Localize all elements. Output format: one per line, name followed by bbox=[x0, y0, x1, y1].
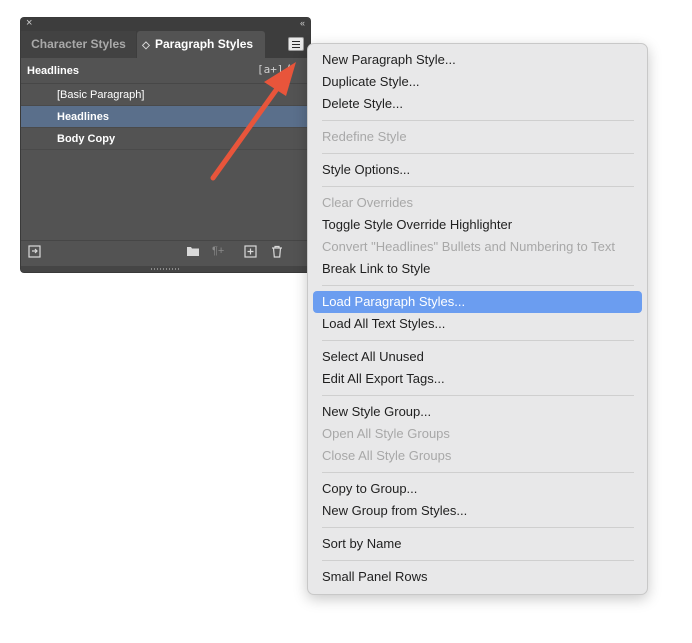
menu-item-toggle-style-override-highlighter[interactable]: Toggle Style Override Highlighter bbox=[313, 214, 642, 236]
menu-separator bbox=[322, 340, 634, 341]
folder-icon[interactable] bbox=[186, 245, 200, 260]
menu-item-new-paragraph-style[interactable]: New Paragraph Style... bbox=[313, 49, 642, 71]
style-list-item-label: Headlines bbox=[57, 111, 109, 123]
menu-item-style-options[interactable]: Style Options... bbox=[313, 159, 642, 181]
style-list-item-label: Body Copy bbox=[57, 133, 116, 145]
menu-separator bbox=[322, 120, 634, 121]
menu-separator bbox=[322, 285, 634, 286]
current-style-header: Headlines [a+] ϟ bbox=[21, 58, 310, 84]
menu-item-convert-headlines-bullets-and-numbering-to-text: Convert "Headlines" Bullets and Numberin… bbox=[322, 239, 615, 254]
menu-item-copy-to-group[interactable]: Copy to Group... bbox=[313, 478, 642, 500]
menu-separator bbox=[322, 186, 634, 187]
menu-item-small-panel-rows[interactable]: Small Panel Rows bbox=[313, 566, 642, 588]
load-styles-icon[interactable] bbox=[28, 245, 42, 262]
new-style-icon[interactable] bbox=[244, 245, 257, 261]
menu-item-delete-style[interactable]: Delete Style... bbox=[313, 93, 642, 115]
tab-sort-icon: ◇ bbox=[142, 40, 150, 51]
menu-item-new-group-from-styles[interactable]: New Group from Styles... bbox=[313, 500, 642, 522]
panel-footer: ¶+ bbox=[21, 240, 310, 267]
panel-context-menu: New Paragraph Style... Duplicate Style...… bbox=[307, 43, 648, 595]
style-list-item[interactable]: [Basic Paragraph] bbox=[21, 84, 310, 106]
clear-overrides-icon[interactable]: ¶+ bbox=[212, 245, 224, 257]
menu-item-edit-all-export-tags[interactable]: Edit All Export Tags... bbox=[313, 368, 642, 390]
close-icon[interactable]: × bbox=[26, 18, 32, 30]
tab-character-styles[interactable]: Character Styles bbox=[21, 31, 136, 58]
menu-item-sort-by-name[interactable]: Sort by Name bbox=[313, 533, 642, 555]
menu-line-icon bbox=[292, 44, 300, 45]
collapse-panel-icon[interactable]: ‹‹ bbox=[300, 18, 305, 30]
menu-separator bbox=[322, 560, 634, 561]
menu-item-new-style-group[interactable]: New Style Group... bbox=[313, 401, 642, 423]
menu-item-break-link-to-style[interactable]: Break Link to Style bbox=[313, 258, 642, 280]
menu-item-open-all-style-groups: Open All Style Groups bbox=[322, 426, 450, 441]
panel-tab-bar: Character Styles ◇ Paragraph Styles bbox=[21, 31, 310, 58]
menu-item-load-paragraph-styles[interactable]: Load Paragraph Styles... bbox=[313, 291, 642, 313]
menu-item-redefine-style: Redefine Style bbox=[322, 129, 407, 144]
create-style-icon[interactable]: [a+] bbox=[257, 63, 284, 76]
trash-icon[interactable] bbox=[271, 245, 283, 261]
tab-paragraph-styles-label: Paragraph Styles bbox=[155, 37, 254, 51]
current-style-name: Headlines bbox=[27, 65, 79, 77]
grip-dots bbox=[151, 268, 179, 270]
menu-item-select-all-unused[interactable]: Select All Unused bbox=[313, 346, 642, 368]
panel-title-bar: × ‹‹ bbox=[21, 18, 310, 31]
resize-grip[interactable] bbox=[21, 266, 310, 272]
menu-line-icon bbox=[292, 41, 300, 42]
menu-line-icon bbox=[292, 47, 300, 48]
tab-paragraph-styles[interactable]: ◇ Paragraph Styles bbox=[137, 31, 265, 58]
style-list-item[interactable]: Body Copy bbox=[21, 128, 310, 150]
menu-item-clear-overrides: Clear Overrides bbox=[322, 195, 414, 210]
menu-separator bbox=[322, 153, 634, 154]
menu-separator bbox=[322, 527, 634, 528]
style-list-item-label: [Basic Paragraph] bbox=[57, 89, 145, 101]
style-list-item-selected[interactable]: Headlines bbox=[21, 106, 310, 128]
panel-menu-button[interactable] bbox=[288, 37, 304, 51]
menu-separator bbox=[322, 395, 634, 396]
menu-item-duplicate-style[interactable]: Duplicate Style... bbox=[313, 71, 642, 93]
paragraph-styles-panel: × ‹‹ Character Styles ◇ Paragraph Styles … bbox=[21, 18, 310, 272]
menu-separator bbox=[322, 472, 634, 473]
quick-apply-icon[interactable]: ϟ bbox=[287, 62, 293, 76]
menu-item-close-all-style-groups: Close All Style Groups bbox=[322, 448, 452, 463]
menu-item-load-all-text-styles[interactable]: Load All Text Styles... bbox=[313, 313, 642, 335]
